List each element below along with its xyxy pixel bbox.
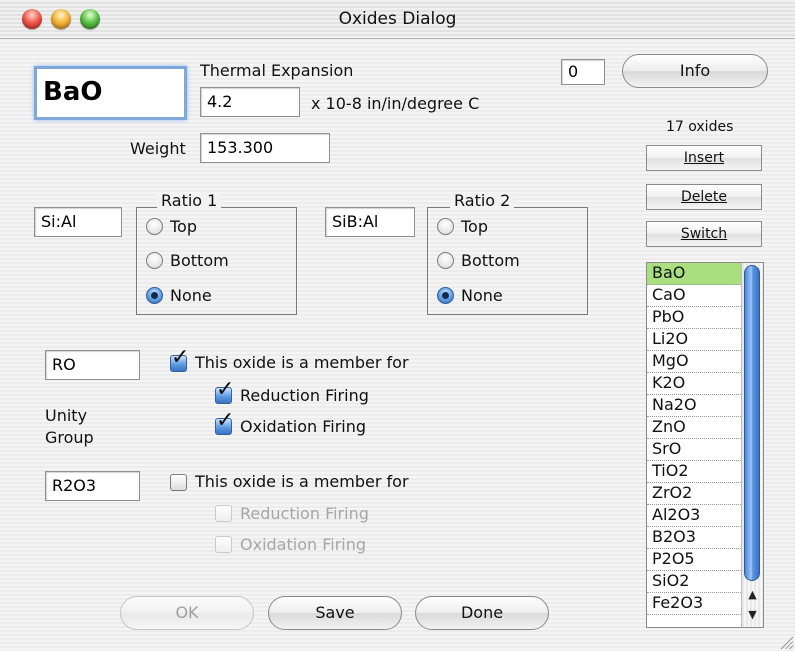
ratio2-field[interactable]: SiB:Al xyxy=(325,207,415,237)
ratio1-top-radio[interactable] xyxy=(146,218,163,235)
ok-button: OK xyxy=(120,596,254,630)
unity-group-label: Unity Group xyxy=(45,406,94,447)
ratio1-bottom-label: Bottom xyxy=(170,251,229,270)
group1-reduction-checkbox[interactable]: ✓ xyxy=(215,379,234,404)
oxides-dialog-window: Oxides Dialog BaO Thermal Expansion 4.2 … xyxy=(0,0,795,651)
scrollbar-thumb[interactable] xyxy=(744,265,760,581)
ratio2-top-radio[interactable] xyxy=(437,218,454,235)
list-item[interactable]: Al2O3 xyxy=(647,505,741,527)
oxide-list[interactable]: BaO CaO PbO Li2O MgO K2O Na2O ZnO SrO TiO2 ZrO2 Al2… xyxy=(646,262,764,628)
resize-grip-icon[interactable] xyxy=(779,635,793,649)
oxide-count-label: 17 oxides xyxy=(666,119,734,135)
ratio2-title: Ratio 2 xyxy=(450,193,515,209)
scroll-down-arrow-icon[interactable]: ▼ xyxy=(742,605,763,625)
list-item[interactable]: TiO2 xyxy=(647,461,741,483)
ratio2-bottom-radio[interactable] xyxy=(437,252,454,269)
group1-member-checkbox[interactable]: ✓ xyxy=(170,347,189,372)
group1-member-label: This oxide is a member for xyxy=(195,353,409,372)
weight-label: Weight xyxy=(130,139,186,158)
weight-field[interactable]: 153.300 xyxy=(200,133,330,163)
list-item[interactable]: Li2O xyxy=(647,329,741,351)
ratio2-top-label: Top xyxy=(461,217,488,236)
unity-group1-field[interactable]: RO xyxy=(45,350,140,380)
list-item[interactable]: PbO xyxy=(647,307,741,329)
ratio1-top-label: Top xyxy=(170,217,197,236)
group2-reduction-label: Reduction Firing xyxy=(240,504,369,523)
list-item[interactable]: BaO xyxy=(647,263,741,285)
list-item[interactable]: ZrO2 xyxy=(647,483,741,505)
unity-group2-field[interactable]: R2O3 xyxy=(45,471,140,501)
ratio1-title: Ratio 1 xyxy=(157,193,222,209)
group2-member-label: This oxide is a member for xyxy=(195,472,409,491)
ratio2-none-radio[interactable] xyxy=(437,287,454,304)
done-button[interactable]: Done xyxy=(415,596,549,630)
group2-reduction-checkbox xyxy=(215,505,232,522)
ratio2-none-label: None xyxy=(461,286,503,305)
list-item[interactable]: SiO2 xyxy=(647,571,741,593)
thermal-expansion-field[interactable]: 4.2 xyxy=(200,87,300,117)
list-item[interactable]: Na2O xyxy=(647,395,741,417)
ratio1-none-label: None xyxy=(170,286,212,305)
group1-oxidation-label: Oxidation Firing xyxy=(240,417,367,436)
ratio1-field[interactable]: Si:Al xyxy=(34,207,122,237)
list-item[interactable]: Fe2O3 xyxy=(647,593,741,615)
switch-button[interactable]: Switch xyxy=(646,221,762,247)
group2-member-checkbox[interactable] xyxy=(170,474,187,491)
insert-button[interactable]: Insert xyxy=(646,145,762,171)
checkmark-icon: ✓ xyxy=(216,377,235,402)
window-title: Oxides Dialog xyxy=(338,9,457,29)
title-bar[interactable]: Oxides Dialog xyxy=(0,0,795,39)
list-item[interactable]: P2O5 xyxy=(647,549,741,571)
list-item[interactable]: SrO xyxy=(647,439,741,461)
checkmark-icon: ✓ xyxy=(171,345,190,370)
checkmark-icon: ✓ xyxy=(216,408,235,433)
group2-oxidation-checkbox xyxy=(215,536,232,553)
group1-reduction-label: Reduction Firing xyxy=(240,386,369,405)
info-button[interactable]: Info xyxy=(622,54,768,88)
thermal-expansion-label: Thermal Expansion xyxy=(200,61,354,80)
list-item[interactable]: K2O xyxy=(647,373,741,395)
thermal-units-label: x 10-8 in/in/degree C xyxy=(311,94,480,113)
ratio2-bottom-label: Bottom xyxy=(461,251,520,270)
list-item[interactable]: CaO xyxy=(647,285,741,307)
list-item[interactable]: ZnO xyxy=(647,417,741,439)
delete-button[interactable]: Delete xyxy=(646,184,762,210)
oxide-name-field[interactable]: BaO xyxy=(34,66,187,120)
list-item[interactable]: MgO xyxy=(647,351,741,373)
ratio1-bottom-radio[interactable] xyxy=(146,252,163,269)
group2-oxidation-label: Oxidation Firing xyxy=(240,535,367,554)
list-item[interactable]: B2O3 xyxy=(647,527,741,549)
scroll-up-arrow-icon[interactable]: ▲ xyxy=(742,585,763,605)
save-button[interactable]: Save xyxy=(268,596,402,630)
ratio1-none-radio[interactable] xyxy=(146,287,163,304)
oxide-list-scrollbar[interactable]: ▲ ▼ xyxy=(741,263,763,627)
counter-field[interactable]: 0 xyxy=(561,59,605,85)
group1-oxidation-checkbox[interactable]: ✓ xyxy=(215,410,234,435)
